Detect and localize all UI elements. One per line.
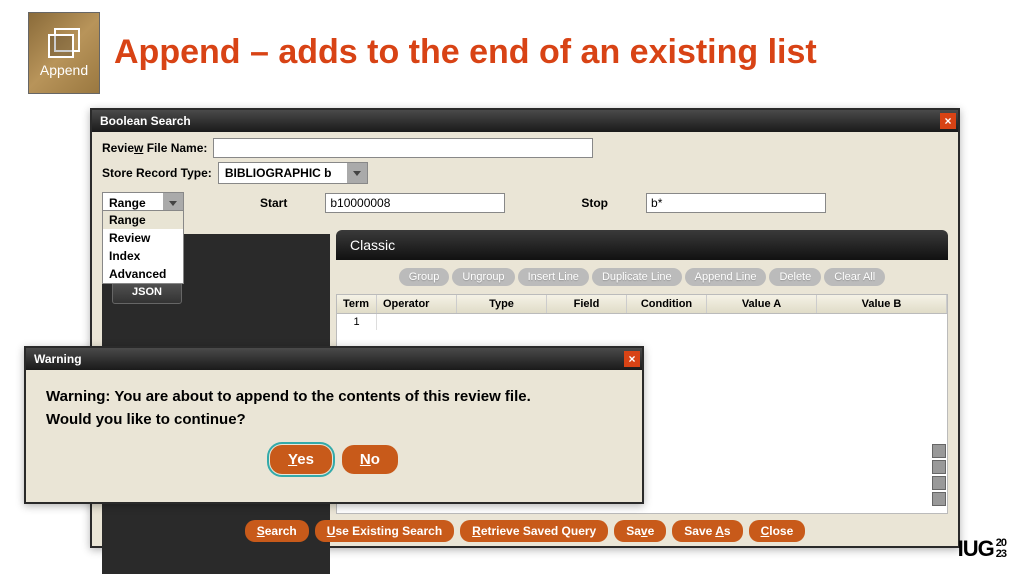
insert-line-button[interactable]: Insert Line: [518, 268, 589, 286]
yes-button[interactable]: Yes: [270, 445, 332, 474]
warning-titlebar: Warning ×: [26, 348, 642, 370]
range-option-review[interactable]: Review: [103, 229, 183, 247]
scroll-handle-icon[interactable]: [932, 444, 946, 458]
query-toolbar: Group Ungroup Insert Line Duplicate Line…: [336, 260, 948, 294]
footer-logo: IUG 2023: [958, 536, 1006, 562]
start-label: Start: [260, 196, 287, 210]
retrieve-query-button[interactable]: Retrieve Saved Query: [460, 520, 608, 542]
scroll-handle-icon[interactable]: [932, 460, 946, 474]
classic-label: Classic: [350, 237, 395, 253]
append-stack-icon: [48, 28, 80, 56]
stop-label: Stop: [581, 196, 608, 210]
ungroup-button[interactable]: Ungroup: [452, 268, 514, 286]
col-value-a: Value A: [707, 295, 817, 313]
table-row-num: 1: [337, 314, 377, 330]
col-value-b: Value B: [817, 295, 947, 313]
classic-bar: Classic: [336, 230, 948, 260]
chevron-down-icon: [347, 163, 367, 183]
group-button[interactable]: Group: [399, 268, 450, 286]
store-record-dropdown[interactable]: BIBLIOGRAPHIC b: [218, 162, 368, 184]
scroll-handle-icon[interactable]: [932, 476, 946, 490]
append-badge: Append: [28, 12, 100, 94]
stop-input[interactable]: [646, 193, 826, 213]
warning-line2: Would you like to continue?: [46, 409, 622, 432]
col-type: Type: [457, 295, 547, 313]
append-line-button[interactable]: Append Line: [685, 268, 767, 286]
scroll-handle-icon[interactable]: [932, 492, 946, 506]
duplicate-line-button[interactable]: Duplicate Line: [592, 268, 682, 286]
bottom-action-bar: Search Use Existing Search Retrieve Save…: [92, 520, 958, 542]
col-field: Field: [547, 295, 627, 313]
store-record-value: BIBLIOGRAPHIC b: [219, 166, 347, 180]
start-input[interactable]: [325, 193, 505, 213]
warning-title: Warning: [34, 352, 82, 366]
use-existing-button[interactable]: Use Existing Search: [315, 520, 454, 542]
warning-dialog: Warning × Warning: You are about to appe…: [24, 346, 644, 504]
search-button[interactable]: Search: [245, 520, 309, 542]
close-icon[interactable]: ×: [624, 351, 640, 367]
scroll-handles: [932, 444, 946, 506]
col-operator: Operator: [377, 295, 457, 313]
query-table-header: Term Operator Type Field Condition Value…: [336, 294, 948, 314]
close-button[interactable]: Close: [749, 520, 806, 542]
range-option-range[interactable]: Range: [103, 211, 183, 229]
logo-text: IUG: [958, 536, 994, 562]
range-option-advanced[interactable]: Advanced: [103, 265, 183, 283]
close-icon[interactable]: ×: [940, 113, 956, 129]
warning-line1: Warning: You are about to append to the …: [46, 386, 622, 409]
range-menu: Range Review Index Advanced: [102, 210, 184, 284]
range-value: Range: [103, 196, 163, 210]
append-badge-label: Append: [40, 62, 88, 78]
delete-button[interactable]: Delete: [769, 268, 821, 286]
review-file-label: Review File Name:: [102, 141, 207, 155]
boolean-search-title: Boolean Search: [100, 114, 191, 128]
save-button[interactable]: Save: [614, 520, 666, 542]
clear-all-button[interactable]: Clear All: [824, 268, 885, 286]
col-condition: Condition: [627, 295, 707, 313]
range-option-index[interactable]: Index: [103, 247, 183, 265]
save-as-button[interactable]: Save As: [672, 520, 742, 542]
no-button[interactable]: No: [342, 445, 398, 474]
store-record-label: Store Record Type:: [102, 166, 212, 180]
boolean-search-titlebar: Boolean Search ×: [92, 110, 958, 132]
slide-title: Append – adds to the end of an existing …: [114, 33, 817, 72]
review-file-input[interactable]: [213, 138, 593, 158]
col-term: Term: [337, 295, 377, 313]
